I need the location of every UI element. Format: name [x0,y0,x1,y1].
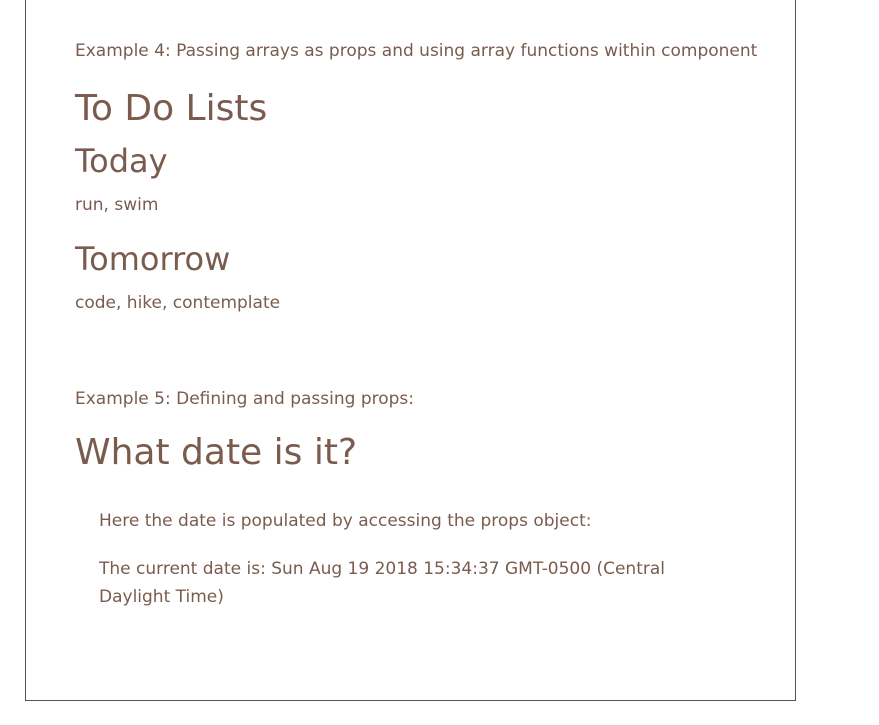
example-4-caption: Example 4: Passing arrays as props and u… [75,41,758,61]
date-description: Here the date is populated by accessing … [99,511,592,531]
example-5-caption: Example 5: Defining and passing props: [75,389,415,409]
today-heading: Today [75,142,168,180]
todo-lists-title: To Do Lists [75,88,268,129]
tomorrow-items: code, hike, contemplate [75,293,281,313]
current-date-text: The current date is: Sun Aug 19 2018 15:… [99,559,665,607]
today-items: run, swim [75,195,159,215]
what-date-title: What date is it? [75,432,358,473]
tomorrow-heading: Tomorrow [75,240,231,278]
content-panel: Example 4: Passing arrays as props and u… [25,0,796,701]
